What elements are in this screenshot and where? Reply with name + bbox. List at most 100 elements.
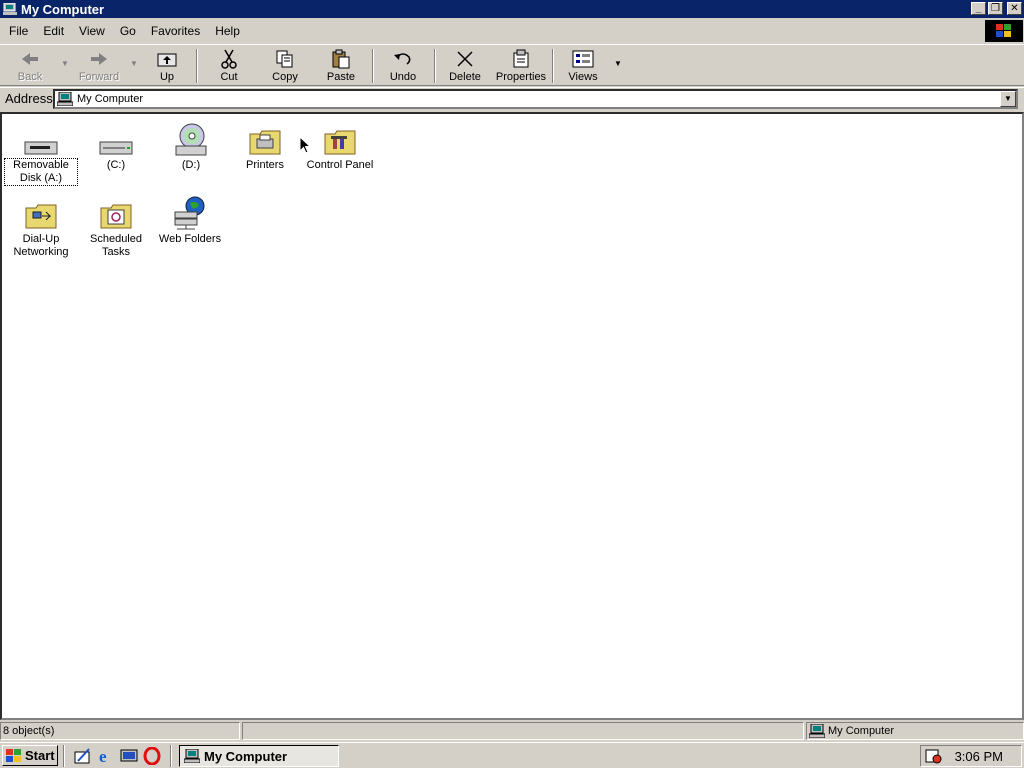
paste-button[interactable]: Paste bbox=[318, 47, 364, 85]
status-bar: 8 object(s) My Computer bbox=[0, 721, 1024, 741]
status-middle-panel bbox=[242, 722, 804, 740]
control-panel-item[interactable]: Control Panel bbox=[304, 120, 376, 172]
views-button[interactable]: Views bbox=[562, 47, 604, 85]
cut-label: Cut bbox=[220, 71, 238, 83]
undo-button[interactable]: Undo bbox=[382, 47, 424, 85]
menu-go[interactable]: Go bbox=[111, 24, 142, 38]
toolbar-separator bbox=[196, 49, 198, 83]
toolbar-separator bbox=[372, 49, 374, 83]
properties-icon bbox=[513, 49, 529, 68]
delete-button[interactable]: Delete bbox=[444, 47, 486, 85]
clipboard-icon bbox=[332, 49, 350, 69]
views-icon bbox=[572, 50, 594, 68]
maximize-button[interactable]: ❐ bbox=[988, 2, 1003, 15]
minimize-button[interactable]: _ bbox=[971, 2, 986, 15]
outlook-express-icon bbox=[74, 748, 90, 764]
drive-c-item[interactable]: (C:) bbox=[80, 120, 152, 172]
views-label: Views bbox=[568, 71, 598, 83]
scheduled-tasks-folder-icon bbox=[100, 204, 132, 229]
dialup-networking-item[interactable]: Dial-Up Networking bbox=[5, 194, 77, 259]
mouse-pointer-icon bbox=[299, 136, 312, 154]
menu-view[interactable]: View bbox=[70, 24, 111, 38]
status-object-count: 8 object(s) bbox=[0, 722, 240, 740]
up-button[interactable]: Up bbox=[146, 47, 188, 85]
toolbar-separator bbox=[552, 49, 554, 83]
back-dropdown-icon[interactable]: ▼ bbox=[61, 59, 69, 68]
printers-item[interactable]: Printers bbox=[229, 120, 301, 172]
paste-label: Paste bbox=[326, 71, 356, 83]
address-bar: Address My Computer ▼ bbox=[0, 87, 1024, 111]
title-bar[interactable]: My Computer _ ❐ ✕ bbox=[0, 0, 1024, 18]
folder-view[interactable]: Removable Disk (A:) (C:) (D:) Printers C… bbox=[0, 112, 1024, 720]
menu-favorites[interactable]: Favorites bbox=[142, 24, 206, 38]
copy-label: Copy bbox=[272, 71, 298, 83]
copy-button[interactable]: Copy bbox=[264, 47, 306, 85]
web-folders-item[interactable]: Web Folders bbox=[154, 194, 226, 246]
views-dropdown-icon[interactable]: ▼ bbox=[614, 59, 622, 68]
drive-a-item[interactable]: Removable Disk (A:) bbox=[4, 120, 78, 186]
start-button[interactable]: Start bbox=[2, 745, 58, 766]
windows-logo-icon bbox=[985, 20, 1023, 42]
quicklaunch-opera[interactable] bbox=[143, 747, 161, 765]
forward-label: Forward bbox=[78, 71, 120, 83]
address-dropdown-button[interactable]: ▼ bbox=[1000, 91, 1016, 107]
show-desktop-icon bbox=[120, 749, 138, 762]
item-label: Control Panel bbox=[306, 159, 374, 171]
system-tray: 3:06 PM bbox=[920, 745, 1022, 767]
delete-label: Delete bbox=[449, 71, 481, 83]
cd-drive-icon bbox=[175, 123, 207, 156]
status-zone: My Computer bbox=[806, 722, 1024, 740]
address-input[interactable]: My Computer ▼ bbox=[53, 89, 1018, 109]
forward-button[interactable]: Forward bbox=[74, 47, 124, 85]
menu-edit[interactable]: Edit bbox=[34, 24, 70, 38]
drive-d-item[interactable]: (D:) bbox=[155, 120, 227, 172]
printers-folder-icon bbox=[249, 130, 281, 155]
clock[interactable]: 3:06 PM bbox=[955, 749, 1003, 764]
cut-button[interactable]: Cut bbox=[208, 47, 250, 85]
item-label: Dial-Up Networking bbox=[13, 233, 69, 258]
menu-file[interactable]: File bbox=[0, 24, 34, 38]
item-label: (C:) bbox=[106, 159, 126, 171]
hard-drive-icon bbox=[99, 141, 133, 155]
copy-icon bbox=[276, 50, 293, 68]
close-button[interactable]: ✕ bbox=[1007, 2, 1022, 15]
up-label: Up bbox=[159, 71, 175, 83]
internet-explorer-icon: e bbox=[99, 747, 107, 765]
taskbar: Start e My Computer 3:06 PM bbox=[0, 742, 1024, 768]
forward-dropdown-icon[interactable]: ▼ bbox=[130, 59, 138, 68]
properties-label: Properties bbox=[495, 71, 547, 83]
forward-arrow-icon bbox=[91, 53, 107, 65]
address-label: Address bbox=[5, 91, 53, 106]
undo-icon bbox=[394, 53, 411, 65]
quicklaunch-outlook[interactable] bbox=[74, 747, 92, 765]
window-title: My Computer bbox=[21, 1, 105, 17]
opera-icon bbox=[143, 747, 161, 765]
menu-help[interactable]: Help bbox=[206, 24, 246, 38]
start-label: Start bbox=[25, 748, 55, 763]
my-computer-icon bbox=[3, 3, 17, 15]
back-label: Back bbox=[17, 71, 43, 83]
svg-text:e: e bbox=[99, 747, 107, 765]
explorer-window: My Computer _ ❐ ✕ File Edit View Go Favo… bbox=[0, 0, 1024, 742]
back-button[interactable]: Back bbox=[8, 47, 52, 85]
item-label: Printers bbox=[246, 159, 284, 171]
back-arrow-icon bbox=[22, 53, 38, 65]
scheduled-tasks-item[interactable]: Scheduled Tasks bbox=[80, 194, 152, 259]
item-label: Scheduled Tasks bbox=[90, 233, 142, 258]
windows-flag-icon bbox=[6, 749, 21, 762]
address-value: My Computer bbox=[77, 93, 144, 105]
item-label: Removable Disk (A:) bbox=[4, 158, 78, 186]
my-computer-icon bbox=[809, 724, 825, 738]
task-label: My Computer bbox=[204, 748, 288, 764]
standard-toolbar: Back ▼ Forward ▼ Up Cut Copy Paste Undo bbox=[0, 44, 1024, 86]
quicklaunch-ie[interactable]: e bbox=[97, 747, 115, 765]
properties-button[interactable]: Properties bbox=[494, 47, 548, 85]
status-zone-label: My Computer bbox=[828, 725, 895, 737]
undo-label: Undo bbox=[389, 71, 417, 83]
item-label: (D:) bbox=[181, 159, 201, 171]
delete-x-icon bbox=[457, 51, 473, 67]
taskbar-button-my-computer[interactable]: My Computer bbox=[179, 745, 339, 767]
scheduler-tray-icon[interactable] bbox=[925, 748, 943, 764]
my-computer-icon bbox=[184, 749, 200, 763]
quicklaunch-desktop[interactable] bbox=[120, 747, 138, 765]
